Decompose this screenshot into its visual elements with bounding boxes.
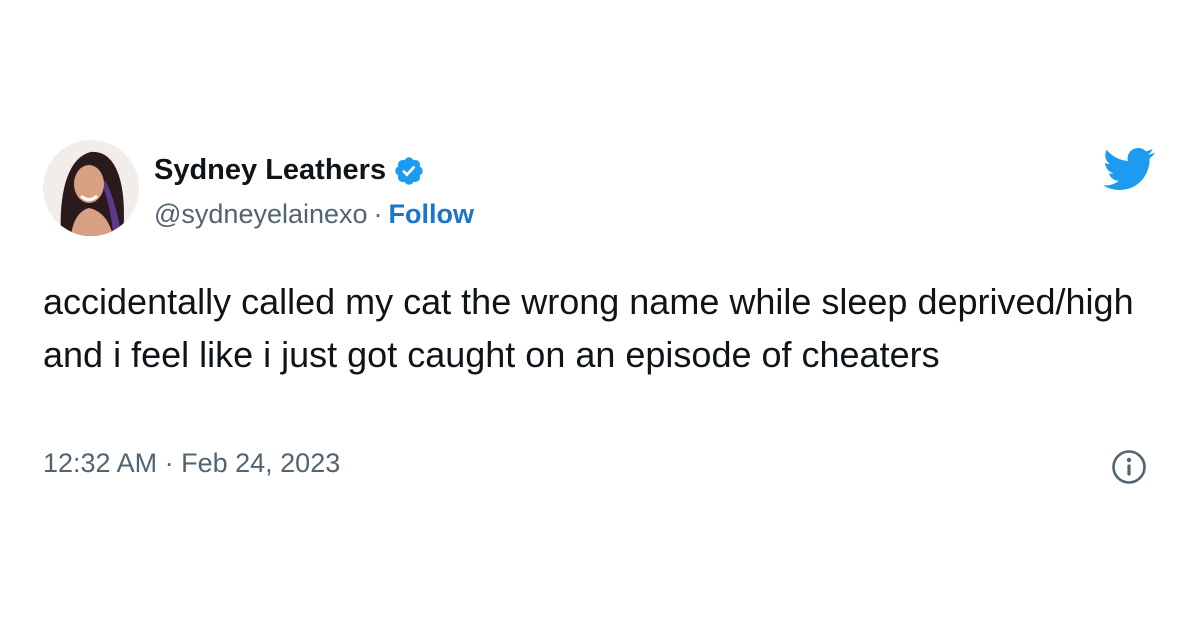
handle-row: @sydneyelainexo · Follow [154, 199, 474, 230]
timestamp-separator: · [164, 448, 174, 478]
avatar[interactable] [43, 140, 139, 236]
avatar-image [43, 140, 139, 236]
tweet-time[interactable]: 12:32 AM [43, 448, 157, 478]
handle-text[interactable]: @sydneyelainexo [154, 199, 368, 229]
display-name-text[interactable]: Sydney Leathers [154, 154, 386, 187]
info-icon[interactable] [1110, 448, 1148, 486]
display-name[interactable]: Sydney Leathers [154, 154, 425, 187]
handle-separator: · [373, 199, 383, 229]
twitter-bird-icon[interactable] [1103, 147, 1155, 190]
verified-badge-icon [393, 155, 425, 187]
tweet-card: Sydney Leathers @sydneyelainexo · Follow a… [0, 0, 1200, 630]
follow-button[interactable]: Follow [389, 199, 474, 229]
tweet-text: accidentally called my cat the wrong nam… [43, 281, 1134, 375]
tweet-date[interactable]: Feb 24, 2023 [181, 448, 340, 478]
timestamp[interactable]: 12:32 AM · Feb 24, 2023 [43, 448, 340, 479]
